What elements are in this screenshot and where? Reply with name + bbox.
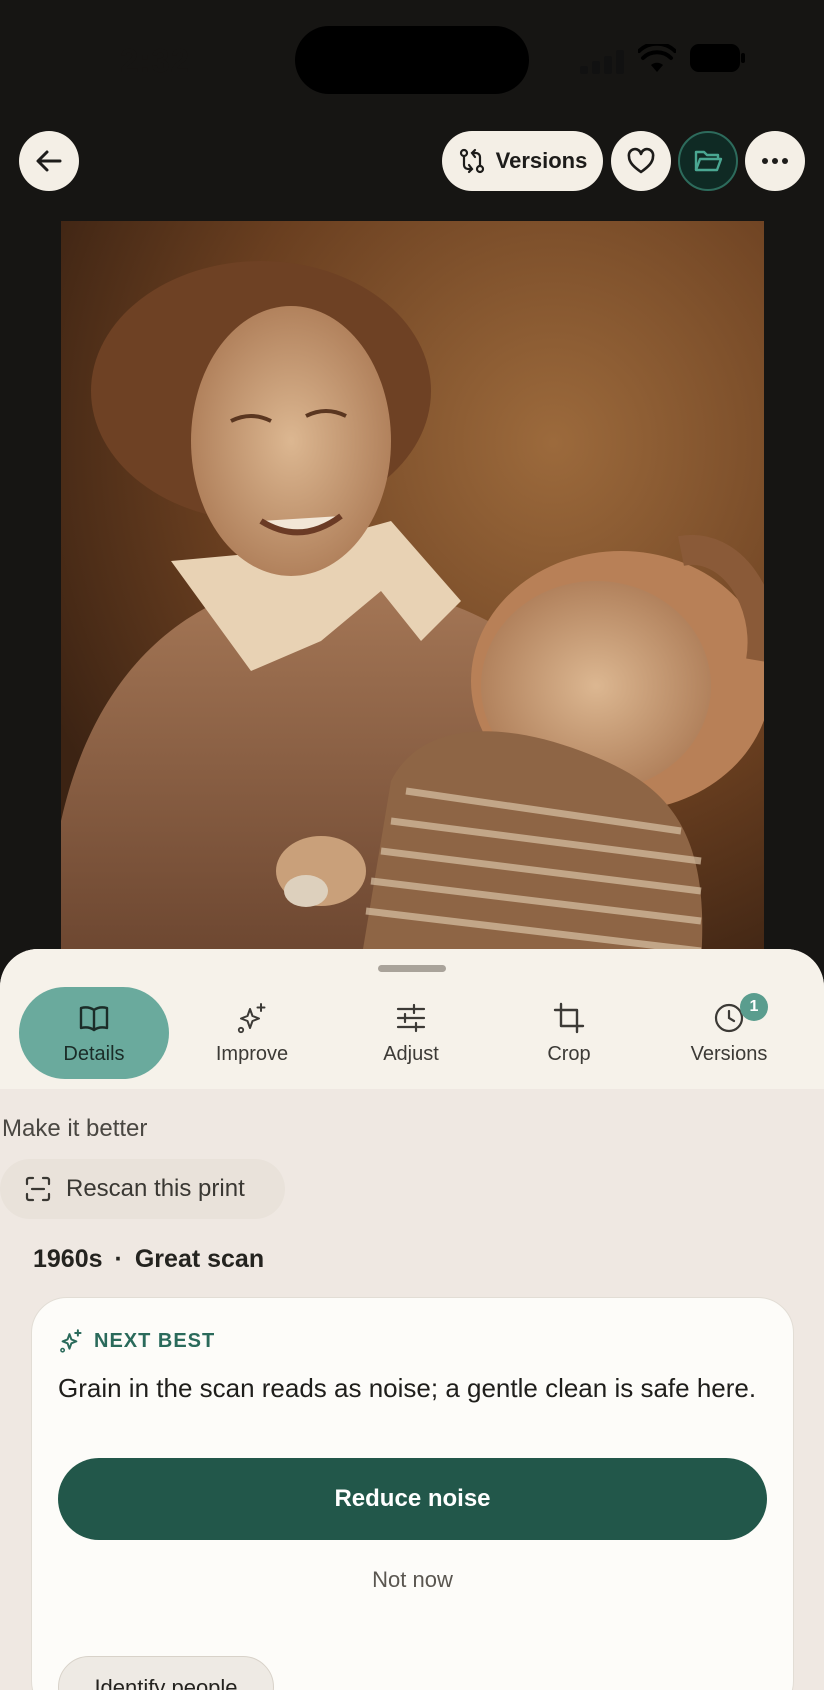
reduce-noise-button[interactable]: Reduce noise xyxy=(58,1458,767,1540)
tab-adjust-label: Adjust xyxy=(383,1042,439,1065)
arrow-left-icon xyxy=(36,150,62,172)
scan-frame-icon xyxy=(25,1176,51,1202)
more-options-button[interactable] xyxy=(745,131,805,191)
heart-icon xyxy=(627,147,655,174)
crop-icon xyxy=(553,1002,585,1033)
back-button[interactable] xyxy=(19,131,79,191)
suggestion-text: Grain in the scan reads as noise; a gent… xyxy=(58,1373,757,1403)
photo-image xyxy=(61,221,764,961)
versions-button-label: Versions xyxy=(495,148,588,173)
versions-button[interactable]: Versions xyxy=(442,131,603,191)
scan-quality: Great scan xyxy=(134,1245,265,1273)
status-bar: 2:32 xyxy=(0,0,824,120)
meta-separator: · xyxy=(114,1245,123,1273)
suggestion-label: NEXT BEST xyxy=(58,1328,215,1354)
bottom-sheet: Details Improve Adjust Crop Versions 1 M… xyxy=(0,949,824,1690)
tab-crop-label: Crop xyxy=(547,1042,591,1065)
versions-count-badge: 1 xyxy=(740,993,768,1021)
sparkles-icon xyxy=(237,1002,266,1033)
rescan-button[interactable]: Rescan this print xyxy=(0,1159,285,1219)
battery-icon xyxy=(690,44,745,72)
sparkles-icon xyxy=(60,1329,82,1353)
compare-arrows-icon xyxy=(459,148,484,174)
folder-button[interactable] xyxy=(678,131,738,191)
tab-improve-label: Improve xyxy=(215,1042,289,1065)
rescan-button-label: Rescan this print xyxy=(66,1175,245,1202)
suggestion-card: NEXT BEST Grain in the scan reads as noi… xyxy=(31,1297,794,1690)
folder-open-icon xyxy=(694,150,723,172)
scanned-photo[interactable] xyxy=(61,221,764,961)
wifi-icon xyxy=(638,44,676,72)
photo-era: 1960s xyxy=(33,1245,103,1273)
suggestion-label-text: NEXT BEST xyxy=(94,1329,216,1352)
tab-bar: Details Improve Adjust Crop Versions 1 xyxy=(0,987,824,1083)
tab-improve[interactable]: Improve xyxy=(177,987,327,1079)
status-time: 2:32 xyxy=(120,42,191,79)
photo-meta: 1960s · Great scan xyxy=(33,1245,264,1274)
favorite-button[interactable] xyxy=(611,131,671,191)
identify-people-chip[interactable]: Identify people xyxy=(58,1656,274,1690)
book-icon xyxy=(79,1005,109,1031)
not-now-button[interactable]: Not now xyxy=(58,1550,767,1610)
signal-icon xyxy=(580,50,624,74)
dynamic-island xyxy=(295,26,529,94)
tab-details-label: Details xyxy=(63,1042,125,1065)
sheet-grabber[interactable] xyxy=(378,965,446,972)
tab-versions[interactable]: Versions 1 xyxy=(654,987,804,1079)
tab-adjust[interactable]: Adjust xyxy=(336,987,486,1079)
sliders-icon xyxy=(396,1003,426,1032)
tab-versions-label: Versions xyxy=(690,1042,768,1065)
tab-crop[interactable]: Crop xyxy=(494,987,644,1079)
ellipsis-icon xyxy=(762,158,788,164)
tab-details[interactable]: Details xyxy=(19,987,169,1079)
section-title: Make it better xyxy=(2,1115,148,1142)
